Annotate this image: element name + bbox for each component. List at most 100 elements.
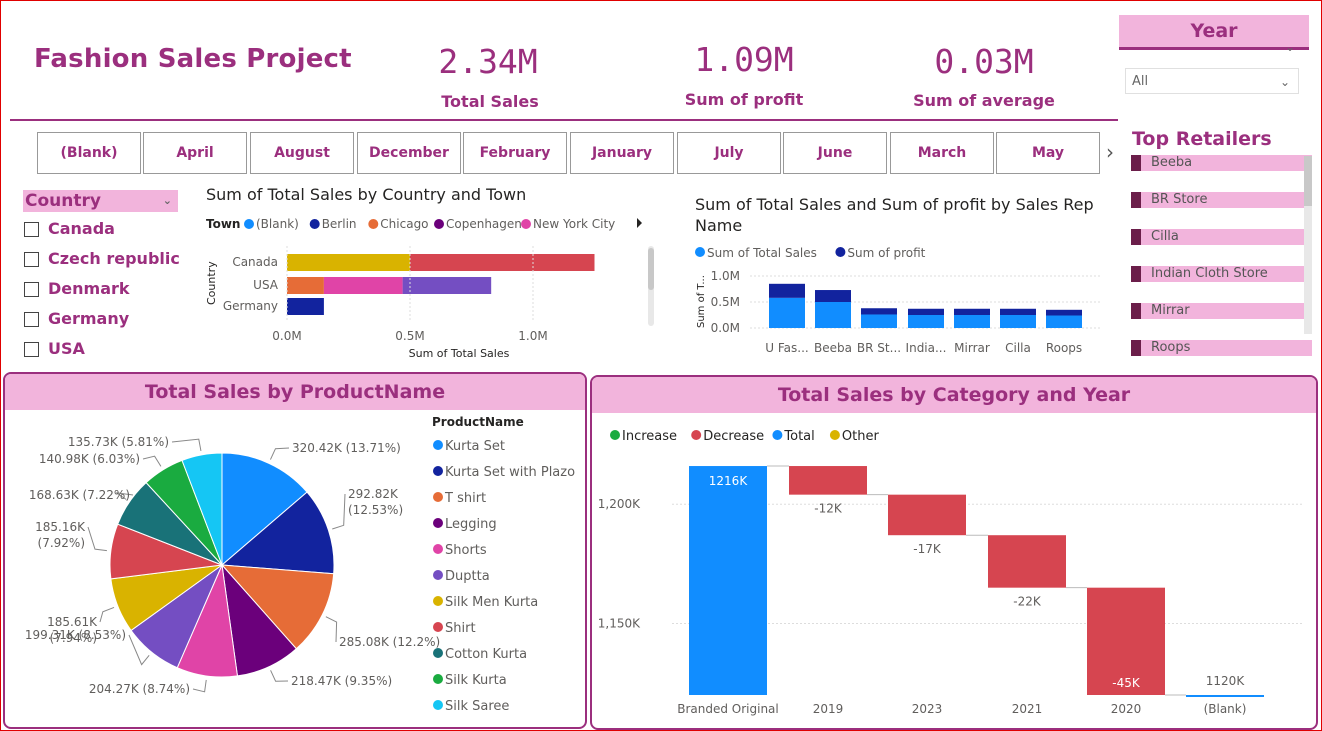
retailer-swatch: [1131, 155, 1141, 171]
month-button[interactable]: July: [677, 132, 781, 174]
country-checkbox[interactable]: [24, 342, 39, 357]
data-label: 168.63K (7.22%): [29, 488, 130, 502]
bar-segment: [402, 277, 492, 294]
bar-profit: [769, 283, 805, 298]
legend-label: Sum of Total Sales: [707, 246, 817, 260]
retailer-swatch: [1131, 192, 1141, 208]
waterfall-bar: [689, 466, 767, 695]
legend-label: Berlin: [322, 217, 357, 231]
retailer-label: Mirrar: [1151, 303, 1190, 318]
y-tick-label: Germany: [223, 299, 278, 313]
country-filter-label: Country: [25, 191, 101, 211]
top-retailers-scrollbar[interactable]: [1304, 156, 1312, 334]
country-checkbox[interactable]: [24, 252, 39, 267]
legend-label: New York City: [533, 217, 615, 231]
x-tick-label: U Fas...: [765, 341, 808, 355]
legend-marker: [368, 219, 379, 229]
retailer-swatch: [1131, 229, 1141, 245]
month-button[interactable]: December: [357, 132, 461, 174]
year-select-value: All: [1132, 74, 1149, 89]
legend-label: Silk Kurta: [445, 673, 507, 688]
bar-profit: [1046, 309, 1082, 316]
chevron-right-icon[interactable]: ›: [1106, 140, 1114, 164]
data-label: 285.08K (12.2%): [339, 635, 440, 649]
legend-marker: [610, 430, 620, 440]
data-label: 292.82K: [348, 487, 399, 501]
bar-profit: [908, 308, 944, 315]
month-button[interactable]: (Blank): [37, 132, 141, 174]
legend-marker: [695, 247, 705, 257]
legend-label: Cotton Kurta: [445, 647, 527, 662]
bar-total-sales: [1046, 315, 1082, 328]
legend-label: Total: [783, 429, 814, 444]
x-tick-label: 2020: [1111, 702, 1142, 716]
waterfall-bar: [789, 466, 867, 495]
legend-label: Kurta Set with Plazo: [445, 465, 575, 480]
legend-marker: [433, 492, 443, 502]
legend-marker: [433, 700, 443, 710]
bar-profit: [861, 308, 897, 315]
data-label: 320.42K (13.71%): [292, 441, 401, 455]
retailer-item[interactable]: Cilla: [1131, 229, 1312, 245]
legend-label: Duptta: [445, 569, 490, 584]
bar-segment: [410, 254, 595, 271]
data-label: -45K: [1112, 676, 1141, 690]
kpi-average-label: Sum of average: [913, 91, 1055, 110]
legend-label: Kurta Set: [445, 439, 505, 454]
x-tick-label: India...: [906, 341, 947, 355]
legend-label: Copenhagen: [446, 217, 522, 231]
bar-profit: [1000, 308, 1036, 315]
country-label: Germany: [48, 309, 130, 328]
legend-marker: [244, 219, 254, 229]
legend-label: Other: [842, 429, 880, 444]
country-checkbox[interactable]: [24, 312, 39, 327]
leader-line: [325, 616, 338, 643]
bar-total-sales: [861, 314, 897, 328]
bar-segment: [323, 277, 403, 294]
retailer-item[interactable]: BR Store: [1131, 192, 1312, 208]
legend-marker: [433, 622, 443, 632]
legend-marker: [433, 648, 443, 658]
legend-label: Decrease: [703, 429, 764, 444]
retailer-item[interactable]: Mirrar: [1131, 303, 1312, 319]
x-tick-label: 2023: [912, 702, 943, 716]
country-checkbox[interactable]: [24, 282, 39, 297]
bar-segment: [287, 277, 324, 294]
month-button[interactable]: January: [570, 132, 674, 174]
retailer-item[interactable]: Indian Cloth Store: [1131, 266, 1312, 282]
scrollbar-thumb[interactable]: [1304, 156, 1312, 206]
y-tick-label: Canada: [232, 255, 278, 269]
country-checkbox[interactable]: [24, 222, 39, 237]
month-button[interactable]: August: [250, 132, 354, 174]
retailer-label: Cilla: [1151, 229, 1179, 244]
legend-marker: [433, 440, 443, 450]
country-label: Canada: [48, 219, 115, 238]
y-tick-label: 1,200K: [598, 497, 641, 511]
legend-marker: [309, 219, 320, 229]
retailer-item[interactable]: Beeba: [1131, 155, 1312, 171]
bar-total-sales: [1000, 315, 1036, 328]
y-tick-label: 1,150K: [598, 616, 641, 630]
legend-marker: [433, 570, 443, 580]
month-button[interactable]: May: [996, 132, 1100, 174]
leader-line: [332, 493, 346, 530]
x-axis-label: Sum of Total Sales: [409, 347, 510, 360]
month-button[interactable]: March: [890, 132, 994, 174]
y-axis-label: Country: [205, 261, 218, 305]
x-tick-label: BR St...: [857, 341, 901, 355]
leader-line: [270, 670, 289, 682]
bar-profit: [815, 290, 851, 302]
chevron-down-icon[interactable]: ⌄: [1285, 40, 1295, 54]
x-tick-label: 0.5M: [395, 329, 424, 343]
legend-label: Legging: [445, 517, 497, 532]
month-button[interactable]: February: [463, 132, 567, 174]
country-filter-header[interactable]: Country ⌄: [23, 190, 178, 212]
leader-line: [87, 526, 107, 552]
year-select[interactable]: All ⌄: [1125, 68, 1299, 94]
month-button[interactable]: June: [783, 132, 887, 174]
retailer-swatch: [1131, 266, 1141, 282]
month-button[interactable]: April: [143, 132, 247, 174]
x-tick-label: Beeba: [814, 341, 852, 355]
retailer-item[interactable]: Roops: [1131, 340, 1312, 356]
data-label: 1120K: [1206, 674, 1246, 688]
